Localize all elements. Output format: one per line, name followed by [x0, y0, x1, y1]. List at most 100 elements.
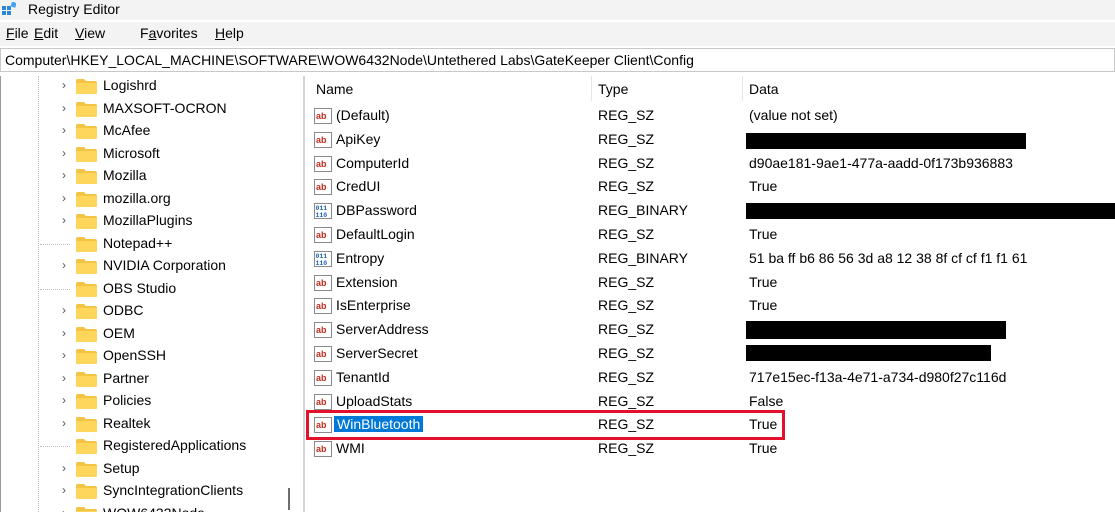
- chevron-right-icon[interactable]: ›: [62, 371, 72, 385]
- pane-splitter[interactable]: [303, 76, 305, 512]
- tree-item[interactable]: › Microsoft: [62, 144, 298, 166]
- tree-item[interactable]: › OEM: [62, 324, 298, 346]
- chevron-right-icon[interactable]: ›: [62, 146, 72, 160]
- string-value-icon: ab: [314, 298, 332, 315]
- tree-item[interactable]: RegisteredApplications: [40, 436, 298, 458]
- value-row[interactable]: ab (Default) REG_SZ (value not set): [306, 105, 1115, 128]
- value-type: REG_SZ: [598, 345, 655, 361]
- column-name-header[interactable]: Name: [316, 81, 353, 97]
- value-row[interactable]: ab ServerSecret REG_SZ: [306, 343, 1115, 366]
- chevron-right-icon[interactable]: ›: [62, 123, 72, 137]
- tree-item[interactable]: › WOW6432Node: [62, 504, 298, 512]
- chevron-right-icon[interactable]: ›: [62, 101, 72, 115]
- menu-help[interactable]: Help: [215, 25, 244, 41]
- tree-item[interactable]: Notepad++: [40, 234, 298, 256]
- folder-icon: [76, 281, 97, 297]
- tree-item[interactable]: › Policies: [62, 391, 298, 413]
- column-separator[interactable]: [742, 76, 743, 101]
- string-value-icon: ab: [314, 179, 332, 196]
- tree-scrollbar-thumb[interactable]: [288, 488, 290, 510]
- svg-text:ab: ab: [316, 135, 327, 145]
- key-tree[interactable]: › Logishrd › MAXSOFT-OCRON › McAfee › Microsoft…: [0, 76, 300, 512]
- value-name: ComputerId: [336, 154, 410, 171]
- menu-favorites[interactable]: Favorites: [140, 25, 198, 41]
- chevron-right-icon[interactable]: ›: [62, 483, 72, 497]
- value-row[interactable]: ab WMI REG_SZ True: [306, 438, 1115, 461]
- menu-file[interactable]: File: [6, 25, 29, 41]
- svg-text:011: 011: [316, 253, 328, 260]
- tree-item[interactable]: › Mozilla: [62, 166, 298, 188]
- value-row[interactable]: ab TenantId REG_SZ 717e15ec-f13a-4e71-a734-…: [306, 367, 1115, 390]
- svg-text:ab: ab: [316, 373, 327, 383]
- tree-item-label: McAfee: [103, 122, 151, 138]
- tree-item[interactable]: › Setup: [62, 459, 298, 481]
- tree-connector: [40, 446, 70, 447]
- tree-item[interactable]: › MozillaPlugins: [62, 211, 298, 233]
- folder-icon: [76, 439, 97, 454]
- tree-item[interactable]: › SyncIntegrationClients: [62, 481, 298, 503]
- tree-item[interactable]: › ODBC: [62, 301, 298, 323]
- redaction-bar: [746, 321, 1006, 340]
- chevron-right-icon[interactable]: ›: [62, 168, 72, 182]
- tree-item-label: Notepad++: [103, 234, 173, 251]
- chevron-right-icon[interactable]: ›: [62, 78, 72, 92]
- chevron-right-icon[interactable]: ›: [62, 213, 72, 227]
- value-data: d90ae181-9ae1-477a-aadd-0f173b936883: [749, 154, 1013, 171]
- chevron-right-icon[interactable]: ›: [62, 348, 72, 362]
- value-row[interactable]: ab ApiKey REG_SZ: [306, 129, 1115, 152]
- value-row[interactable]: ab ServerAddress REG_SZ: [306, 319, 1115, 342]
- menu-view[interactable]: View: [75, 25, 105, 41]
- tree-item[interactable]: › MAXSOFT-OCRON: [62, 99, 298, 121]
- tree-item[interactable]: › Realtek: [62, 414, 298, 436]
- chevron-right-icon[interactable]: ›: [62, 506, 72, 512]
- tree-item[interactable]: › Logishrd: [62, 76, 298, 98]
- value-row[interactable]: ab IsEnterprise REG_SZ True: [306, 295, 1115, 318]
- folder-icon: [76, 259, 97, 274]
- chevron-right-icon[interactable]: ›: [62, 303, 72, 317]
- chevron-right-icon[interactable]: ›: [62, 258, 72, 272]
- tree-item[interactable]: › Partner: [62, 369, 298, 391]
- tree-item[interactable]: › McAfee: [62, 121, 298, 143]
- column-header: Name Type Data: [306, 76, 1115, 101]
- column-data-header[interactable]: Data: [749, 81, 779, 97]
- value-row[interactable]: ab ComputerId REG_SZ d90ae181-9ae1-477a-aad…: [306, 153, 1115, 176]
- tree-border: [0, 76, 1, 512]
- value-row[interactable]: ab CredUI REG_SZ True: [306, 176, 1115, 199]
- chevron-right-icon[interactable]: ›: [62, 393, 72, 407]
- column-type-header[interactable]: Type: [598, 81, 628, 97]
- chevron-right-icon[interactable]: ›: [62, 326, 72, 340]
- address-bar[interactable]: Computer\HKEY_LOCAL_MACHINE\SOFTWARE\WOW…: [0, 48, 1115, 72]
- tree-item[interactable]: OBS Studio: [40, 279, 298, 301]
- tree-item-label: Partner: [103, 369, 149, 386]
- folder-icon: [76, 326, 97, 342]
- value-data: True: [749, 440, 778, 457]
- chevron-right-icon[interactable]: ›: [62, 461, 72, 475]
- chevron-right-icon[interactable]: ›: [62, 416, 72, 430]
- value-name: IsEnterprise: [336, 297, 411, 314]
- title-bar: Registry Editor: [0, 0, 1115, 20]
- tree-item[interactable]: › NVIDIA Corporation: [62, 256, 298, 278]
- value-type: REG_SZ: [598, 107, 655, 123]
- address-path[interactable]: Computer\HKEY_LOCAL_MACHINE\SOFTWARE\WOW…: [5, 52, 694, 68]
- value-name: (Default): [336, 107, 390, 123]
- value-name: DefaultLogin: [336, 226, 415, 242]
- chevron-right-icon[interactable]: ›: [62, 191, 72, 205]
- value-row[interactable]: ab DefaultLogin REG_SZ True: [306, 224, 1115, 247]
- tree-item-label: NVIDIA Corporation: [103, 257, 226, 273]
- binary-value-icon: 011 110: [314, 250, 332, 267]
- value-row[interactable]: ab Extension REG_SZ True: [306, 272, 1115, 295]
- string-value-icon: ab: [314, 369, 332, 386]
- values-list[interactable]: Name Type Data ab (Default) REG_SZ (value n…: [306, 76, 1115, 512]
- tree-item-label: mozilla.org: [103, 189, 171, 206]
- svg-text:011: 011: [316, 205, 328, 212]
- value-data: False: [749, 392, 784, 409]
- svg-text:ab: ab: [316, 159, 327, 169]
- value-row[interactable]: 011 110 DBPassword REG_BINARY: [306, 200, 1115, 223]
- folder-icon: [76, 124, 97, 139]
- tree-item[interactable]: › OpenSSH: [62, 346, 298, 368]
- column-separator[interactable]: [591, 76, 592, 101]
- svg-text:ab: ab: [316, 182, 327, 192]
- value-row[interactable]: 011 110 Entropy REG_BINARY 51 ba ff b6 86 56…: [306, 248, 1115, 271]
- menu-edit[interactable]: Edit: [34, 25, 58, 41]
- tree-item[interactable]: › mozilla.org: [62, 189, 298, 211]
